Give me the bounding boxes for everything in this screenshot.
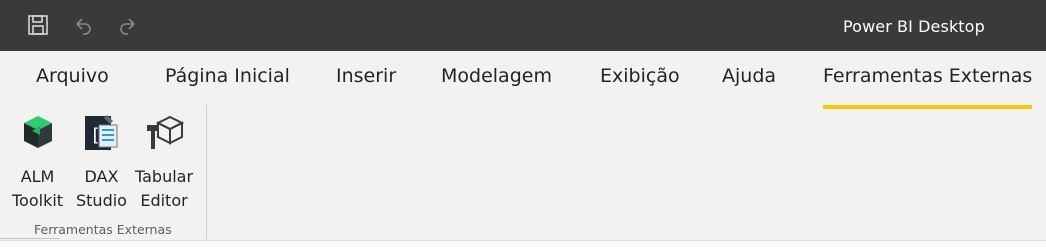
title-bar: Power BI Desktop (0, 0, 1046, 51)
group-separator (206, 105, 207, 239)
alm-toolkit-label-line1: ALM (20, 167, 55, 186)
redo-icon (120, 18, 135, 35)
save-button[interactable] (25, 12, 51, 38)
tabular-editor-label-line2: Editor (140, 191, 188, 210)
tabular-editor-icon (142, 109, 186, 155)
tab-pagina-inicial[interactable]: Página Inicial (165, 65, 290, 87)
undo-button[interactable] (70, 12, 96, 38)
tab-ajuda[interactable]: Ajuda (722, 65, 776, 87)
alm-toolkit-label-line2: Toolkit (12, 191, 64, 210)
dax-studio-label-line2: Studio (76, 191, 127, 210)
app-title: Power BI Desktop (843, 17, 985, 36)
redo-button[interactable] (115, 12, 141, 38)
tab-ferramentas-externas[interactable]: Ferramentas Externas (823, 65, 1033, 109)
tab-arquivo[interactable]: Arquivo (36, 65, 109, 87)
ribbon-group-label: Ferramentas Externas (34, 222, 172, 237)
dax-studio-label-line1: DAX (84, 167, 119, 186)
tab-exibicao[interactable]: Exibição (600, 65, 680, 87)
undo-icon (76, 18, 91, 35)
alm-toolkit-icon (16, 109, 60, 155)
save-icon (28, 15, 48, 35)
alm-toolkit-button[interactable]: ALM Toolkit (12, 109, 63, 213)
dax-studio-icon: [ (79, 109, 123, 155)
tab-modelagem[interactable]: Modelagem (441, 65, 552, 87)
tabular-editor-label-line1: Tabular (135, 167, 194, 186)
tab-inserir[interactable]: Inserir (336, 65, 396, 87)
tabular-editor-button[interactable]: Tabular Editor (135, 109, 193, 213)
ribbon-panel: ALM Toolkit [ DAX Studio Tabular Editor … (0, 101, 1046, 241)
ribbon-tabs: Arquivo Página Inicial Inserir Modelagem… (0, 51, 1046, 109)
dax-studio-button[interactable]: [ DAX Studio (76, 109, 127, 213)
